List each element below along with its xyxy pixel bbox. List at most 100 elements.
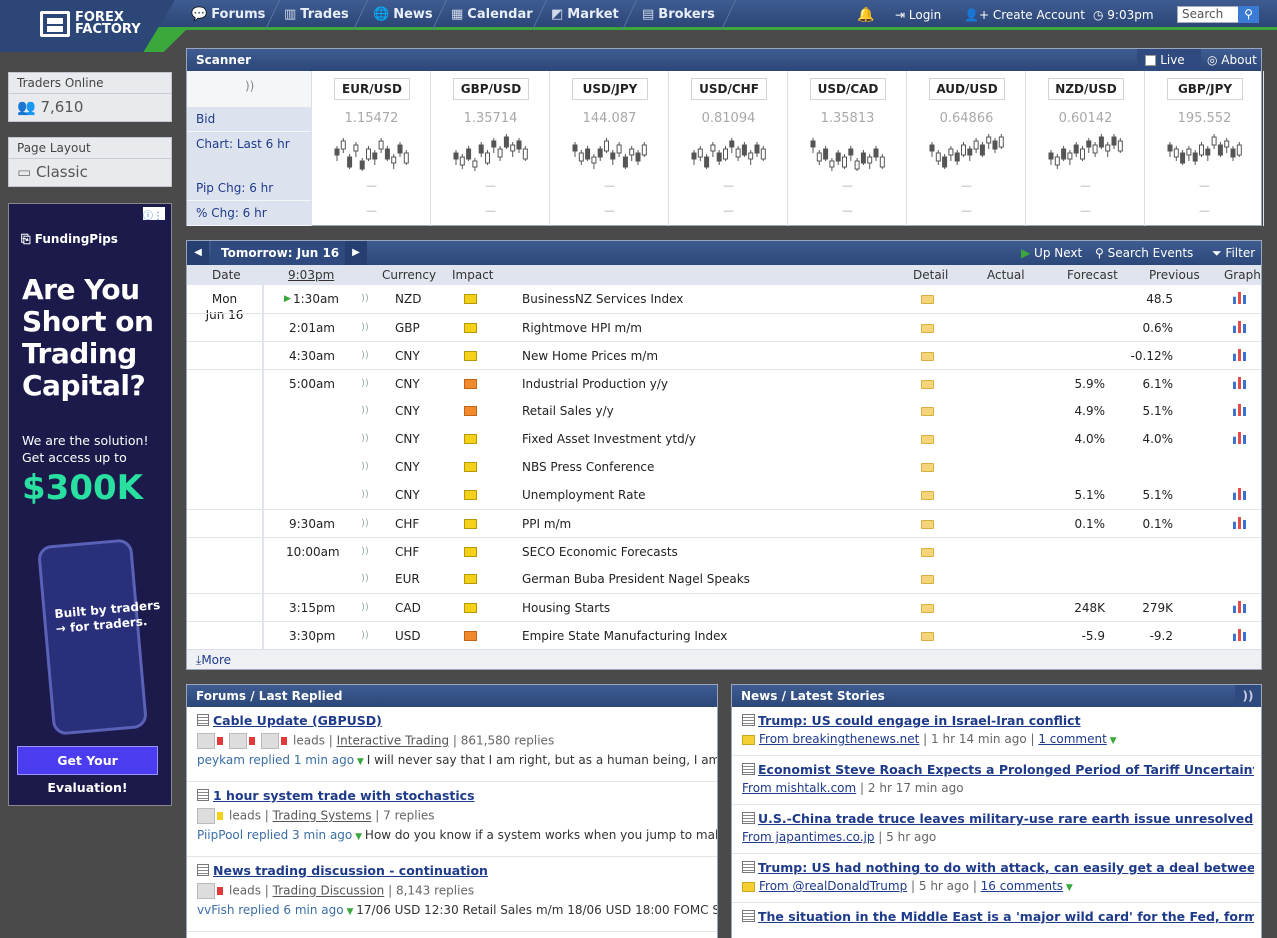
event-title[interactable]: Housing Starts	[522, 594, 610, 622]
impact-yellow-icon[interactable]	[464, 294, 477, 304]
detail-folder-icon[interactable]	[921, 352, 934, 361]
impact-yellow-icon[interactable]	[464, 547, 477, 557]
sound-icon[interactable]: ))	[361, 510, 369, 538]
pair-gbpjpy[interactable]: GBP/JPY	[1167, 78, 1243, 100]
nav-market[interactable]: ◩ Market	[551, 0, 619, 30]
detail-folder-icon[interactable]	[921, 632, 934, 641]
sound-icon[interactable]: ))	[361, 314, 369, 342]
news-story[interactable]: Trump: US could engage in Israel-Iran co…	[732, 707, 1261, 756]
impact-yellow-icon[interactable]	[464, 490, 477, 500]
candlestick-chart[interactable]	[570, 131, 650, 171]
candlestick-chart[interactable]	[927, 131, 1007, 171]
avatar[interactable]	[261, 733, 279, 749]
live-checkbox[interactable]	[1145, 55, 1156, 66]
sound-icon[interactable]: ))	[1235, 685, 1261, 707]
impact-yellow-icon[interactable]	[464, 462, 477, 472]
graph-icon[interactable]	[1233, 404, 1247, 416]
news-story[interactable]: Economist Steve Roach Expects a Prolonge…	[732, 756, 1261, 805]
event-title[interactable]: Industrial Production y/y	[522, 370, 668, 398]
candlestick-chart[interactable]	[1165, 131, 1245, 171]
graph-icon[interactable]	[1233, 292, 1247, 304]
calendar-event-row[interactable]: ▶ 1:30am)) NZD BusinessNZ Services Index 48.…	[187, 285, 1261, 313]
calendar-event-row[interactable]: 2:01am)) GBP Rightmove HPI m/m 0.6%	[187, 313, 1261, 341]
next-day-arrow-icon[interactable]: ▶	[345, 241, 367, 265]
about-link[interactable]: ◎ About	[1203, 49, 1257, 71]
filter-button[interactable]: ⏷ Filter	[1212, 241, 1255, 265]
reply-user[interactable]: peykam replied 1 min ago	[197, 753, 354, 767]
event-title[interactable]: New Home Prices m/m	[522, 342, 658, 370]
detail-folder-icon[interactable]	[921, 491, 934, 500]
detail-folder-icon[interactable]	[921, 575, 934, 584]
news-source-link[interactable]: From @realDonaldTrump	[759, 879, 907, 893]
news-headline[interactable]: Trump: US could engage in Israel-Iran co…	[758, 713, 1254, 728]
impact-yellow-icon[interactable]	[464, 519, 477, 529]
sound-icon[interactable]: ))	[361, 594, 369, 622]
last-reply[interactable]: PiipPool replied 3 min ago ▼ How do you …	[197, 828, 717, 842]
sound-icon[interactable]: ))	[361, 285, 369, 313]
calendar-event-row[interactable]: 4:30am)) CNY New Home Prices m/m -0.12%	[187, 341, 1261, 369]
forum-category-link[interactable]: Trading Discussion	[273, 884, 385, 898]
candlestick-chart[interactable]	[689, 131, 769, 171]
detail-folder-icon[interactable]	[921, 463, 934, 472]
pair-usdjpy[interactable]: USD/JPY	[572, 78, 648, 100]
sound-icon[interactable]: ))	[361, 342, 369, 370]
impact-yellow-icon[interactable]	[464, 574, 477, 584]
impact-orange-icon[interactable]	[464, 406, 477, 416]
pair-eurusd[interactable]: EUR/USD	[334, 78, 410, 100]
news-headline[interactable]: The situation in the Middle East is a 'm…	[758, 909, 1254, 924]
avatar[interactable]	[197, 808, 215, 824]
page-layout-box[interactable]: Page Layout ▭ Classic	[8, 137, 172, 187]
detail-folder-icon[interactable]	[921, 324, 934, 333]
graph-icon[interactable]	[1233, 601, 1247, 613]
graph-icon[interactable]	[1233, 517, 1247, 529]
thread-title[interactable]: Cable Update (GBPUSD)	[213, 713, 382, 728]
expand-arrow-icon[interactable]: ▼	[352, 832, 365, 842]
news-source-link[interactable]: From breakingthenews.net	[759, 732, 919, 746]
calendar-event-row[interactable]: 9:30am)) CHF PPI m/m 0.1% 0.1%	[187, 509, 1261, 537]
detail-folder-icon[interactable]	[921, 295, 934, 304]
sound-icon[interactable]: ))	[361, 453, 369, 481]
logo-text[interactable]: FOREX FACTORY	[75, 11, 141, 36]
forum-category-link[interactable]: Interactive Trading	[337, 734, 449, 748]
sound-icon[interactable]: ))	[361, 622, 369, 650]
up-next-button[interactable]: ▶ Up Next	[1021, 241, 1082, 265]
forum-thread[interactable]: 1 hour system trade with stochastics lead…	[187, 782, 717, 857]
news-headline[interactable]: U.S.-China trade truce leaves military-u…	[758, 811, 1254, 826]
candlestick-chart[interactable]	[1046, 131, 1126, 171]
ad-cta-button[interactable]: Get Your Evaluation!	[17, 746, 158, 795]
calendar-event-row[interactable]: 3:15pm)) CAD Housing Starts 248K 279K	[187, 593, 1261, 621]
nav-brokers[interactable]: ▤ Brokers	[642, 0, 715, 30]
graph-icon[interactable]	[1233, 432, 1247, 444]
sound-icon[interactable]: ))	[361, 370, 369, 398]
candlestick-chart[interactable]	[808, 131, 888, 171]
avatar[interactable]	[229, 733, 247, 749]
avatar[interactable]	[197, 733, 215, 749]
reply-user[interactable]: vvFish replied 6 min ago	[197, 903, 344, 917]
impact-yellow-icon[interactable]	[464, 351, 477, 361]
event-title[interactable]: German Buba President Nagel Speaks	[522, 565, 750, 593]
page-layout-value[interactable]: ▭ Classic	[9, 159, 171, 185]
advertisement-banner[interactable]: ⓘ⋮ ⎘ FundingPips Are You Short on Tradin…	[8, 203, 172, 806]
impact-orange-icon[interactable]	[464, 379, 477, 389]
news-comments-link[interactable]: 1 comment	[1038, 732, 1106, 746]
search-events-button[interactable]: ⚲ Search Events	[1095, 241, 1193, 265]
news-source-link[interactable]: From japantimes.co.jp	[742, 830, 874, 844]
calendar-event-row[interactable]: )) CNY Fixed Asset Investment ytd/y 4.0% 4.0…	[187, 425, 1261, 453]
candlestick-chart[interactable]	[451, 131, 531, 171]
thread-title[interactable]: News trading discussion - continuation	[213, 863, 488, 878]
news-story[interactable]: The situation in the Middle East is a 'm…	[732, 903, 1261, 938]
nav-forums[interactable]: 💬 Forums	[191, 0, 265, 30]
candlestick-chart[interactable]	[332, 131, 412, 171]
sound-icon[interactable]: ))	[361, 425, 369, 453]
nav-news[interactable]: 🌐 News	[373, 0, 433, 30]
last-reply[interactable]: vvFish replied 6 min ago ▼ 17/06 USD 12:…	[197, 903, 717, 917]
col-time[interactable]: 9:03pm	[288, 268, 334, 282]
news-headline[interactable]: Trump: US had nothing to do with attack,…	[758, 860, 1254, 875]
news-story[interactable]: Trump: US had nothing to do with attack,…	[732, 854, 1261, 903]
detail-folder-icon[interactable]	[921, 520, 934, 529]
event-title[interactable]: Unemployment Rate	[522, 481, 646, 509]
forex-factory-logo-icon[interactable]	[40, 11, 70, 37]
pair-nzdusd[interactable]: NZD/USD	[1048, 78, 1124, 100]
event-title[interactable]: Fixed Asset Investment ytd/y	[522, 425, 696, 453]
calendar-event-row[interactable]: )) EUR German Buba President Nagel Speaks	[187, 565, 1261, 593]
